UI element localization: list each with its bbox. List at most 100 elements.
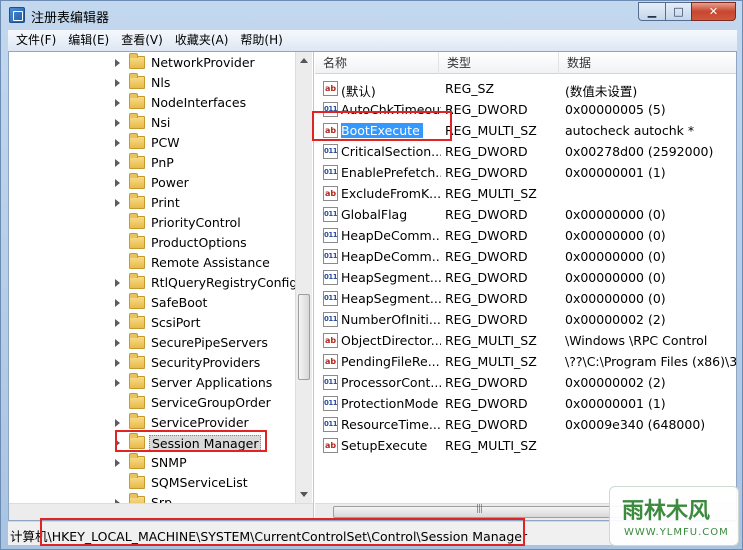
value-name: EnablePrefetch... (341, 165, 441, 180)
value-name: AutoChkTimeout (341, 102, 441, 117)
value-row[interactable]: 011 CriticalSection... REG_DWORD 0x00278d00… (315, 141, 736, 162)
tree-scroll-thumb[interactable] (298, 294, 310, 380)
expand-arrow-icon[interactable] (115, 339, 120, 347)
tree-item[interactable]: Session Manager (9, 433, 295, 453)
tree-vertical-scrollbar[interactable] (295, 52, 312, 503)
tree-item[interactable]: ScsiPort (9, 313, 295, 333)
column-header-name[interactable]: 名称 (315, 52, 439, 74)
expand-arrow-icon[interactable] (115, 59, 120, 67)
folder-icon (129, 273, 145, 289)
menu-view[interactable]: 查看(V) (115, 30, 169, 51)
tree-item[interactable]: Nsi (9, 113, 295, 133)
status-path: 计算机\HKEY_LOCAL_MACHINE\SYSTEM\CurrentCon… (10, 529, 528, 544)
value-name: HeapDeComm... (341, 249, 441, 264)
expand-arrow-icon[interactable] (115, 299, 120, 307)
expand-arrow-icon[interactable] (115, 319, 120, 327)
tree-horizontal-scrollbar[interactable] (9, 503, 313, 520)
tree-item[interactable]: ServiceGroupOrder (9, 393, 295, 413)
binary-value-icon: 011 (323, 228, 338, 243)
scroll-up-arrow-icon[interactable] (300, 58, 308, 63)
value-list-pane[interactable]: 名称 类型 数据 ab (默认) REG_SZ (数值未设置) 011 AutoChkTi… (315, 52, 736, 520)
tree-item[interactable]: PCW (9, 133, 295, 153)
tree-item[interactable]: RtlQueryRegistryConfig (9, 273, 297, 293)
value-name-cell: CriticalSection... (341, 144, 441, 159)
tree-item[interactable]: SNMP (9, 453, 295, 473)
tree-item-label: NetworkProvider (151, 55, 255, 70)
menu-help[interactable]: 帮助(H) (234, 30, 288, 51)
binary-value-icon: 011 (323, 375, 338, 390)
tree-item-label: Nsi (151, 115, 171, 130)
value-data: 0x00000001 (1) (565, 396, 666, 411)
tree-item[interactable]: NetworkProvider (9, 53, 295, 73)
value-row[interactable]: ab ExcludeFromK... REG_MULTI_SZ (315, 183, 736, 204)
tree-item[interactable]: NodeInterfaces (9, 93, 295, 113)
column-header-type[interactable]: 类型 (439, 52, 559, 74)
tree-item[interactable]: SecurePipeServers (9, 333, 295, 353)
value-row[interactable]: 011 NumberOfIniti... REG_DWORD 0x00000002 (… (315, 309, 736, 330)
value-row[interactable]: ab BootExecute REG_MULTI_SZ autocheck autoc… (315, 120, 736, 141)
value-name: BootExecute (341, 123, 423, 138)
menu-favorites[interactable]: 收藏夹(A) (169, 30, 235, 51)
expand-arrow-icon[interactable] (115, 459, 120, 467)
close-button[interactable]: ✕ (691, 2, 736, 21)
tree-item[interactable]: PnP (9, 153, 295, 173)
expand-arrow-icon[interactable] (115, 139, 120, 147)
value-data: 0x00000001 (1) (565, 165, 666, 180)
expand-arrow-icon[interactable] (115, 439, 120, 447)
value-row[interactable]: 011 GlobalFlag REG_DWORD 0x00000000 (0) (315, 204, 736, 225)
expand-arrow-icon[interactable] (115, 159, 120, 167)
tree-item-label: SecurityProviders (151, 355, 261, 370)
value-data: 0x00000000 (0) (565, 228, 666, 243)
value-row[interactable]: 011 HeapSegment... REG_DWORD 0x00000000 (0) (315, 288, 736, 309)
value-row[interactable]: 011 HeapDeComm... REG_DWORD 0x00000000 (0) (315, 225, 736, 246)
list-scroll-thumb[interactable] (333, 504, 633, 518)
expand-arrow-icon[interactable] (115, 419, 120, 427)
tree-item[interactable]: SecurityProviders (9, 353, 295, 373)
value-row[interactable]: ab (默认) REG_SZ (数值未设置) (315, 78, 736, 99)
scroll-down-arrow-icon[interactable] (300, 492, 308, 497)
tree-item[interactable]: ProductOptions (9, 233, 295, 253)
value-row[interactable]: 011 HeapSegment... REG_DWORD 0x00000000 (0) (315, 267, 736, 288)
tree-item[interactable]: ServiceProvider (9, 413, 295, 433)
tree-item[interactable]: PriorityControl (9, 213, 295, 233)
folder-icon (129, 153, 145, 169)
maximize-button[interactable]: □ (665, 2, 691, 21)
expand-arrow-icon[interactable] (115, 359, 120, 367)
value-row[interactable]: ab PendingFileRe... REG_MULTI_SZ \??\C:\Pro… (315, 351, 736, 372)
menu-file[interactable]: 文件(F) (10, 30, 62, 51)
folder-icon (129, 93, 145, 109)
value-row[interactable]: 011 HeapDeComm... REG_DWORD 0x00000000 (0) (315, 246, 736, 267)
expand-arrow-icon[interactable] (115, 179, 120, 187)
expand-arrow-icon[interactable] (115, 379, 120, 387)
expand-arrow-icon[interactable] (115, 99, 120, 107)
value-row[interactable]: 011 ResourceTime... REG_DWORD 0x0009e340 (6… (315, 414, 736, 435)
tree-item[interactable]: Server Applications (9, 373, 295, 393)
value-data: (数值未设置) (565, 84, 638, 99)
folder-icon (129, 413, 145, 429)
expand-arrow-icon[interactable] (115, 199, 120, 207)
column-header-data[interactable]: 数据 (559, 52, 736, 74)
value-row[interactable]: ab SetupExecute REG_MULTI_SZ (315, 435, 736, 456)
tree-item-label: ScsiPort (151, 315, 201, 330)
tree-item[interactable]: Nls (9, 73, 295, 93)
tree-item[interactable]: SafeBoot (9, 293, 295, 313)
tree-item[interactable]: SQMServiceList (9, 473, 295, 493)
value-row[interactable]: 011 ProcessorCont... REG_DWORD 0x00000002 (… (315, 372, 736, 393)
expand-arrow-icon[interactable] (115, 279, 120, 287)
tree-item[interactable]: Remote Assistance (9, 253, 295, 273)
value-row[interactable]: 011 ProtectionMode REG_DWORD 0x00000001 (1) (315, 393, 736, 414)
folder-icon (129, 453, 145, 469)
title-bar[interactable]: 注册表编辑器 ▁ □ ✕ (1, 1, 742, 29)
folder-icon (129, 173, 145, 189)
menu-edit[interactable]: 编辑(E) (62, 30, 115, 51)
minimize-button[interactable]: ▁ (638, 2, 665, 21)
tree-item[interactable]: Power (9, 173, 295, 193)
value-row[interactable]: 011 EnablePrefetch... REG_DWORD 0x00000001 … (315, 162, 736, 183)
expand-arrow-icon[interactable] (115, 79, 120, 87)
expand-arrow-icon[interactable] (115, 119, 120, 127)
tree-item[interactable]: Print (9, 193, 295, 213)
value-row[interactable]: 011 AutoChkTimeout REG_DWORD 0x00000005 (5) (315, 99, 736, 120)
list-header: 名称 类型 数据 (315, 52, 736, 74)
key-tree-pane[interactable]: NetworkProvider Nls NodeInterfaces Nsi PCW Pn… (9, 52, 314, 520)
value-row[interactable]: ab ObjectDirector... REG_MULTI_SZ \Windows … (315, 330, 736, 351)
